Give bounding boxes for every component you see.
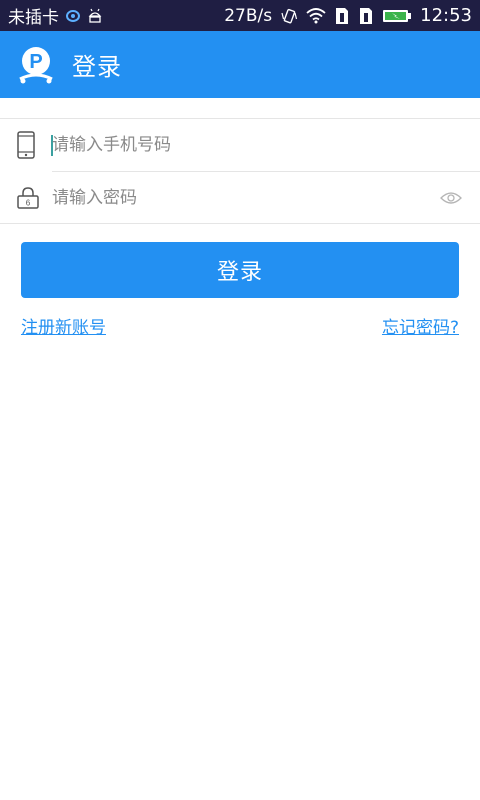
- page-title: 登录: [72, 53, 122, 81]
- android-icon: [87, 8, 103, 24]
- svg-text:6: 6: [26, 198, 31, 207]
- phone-input[interactable]: [52, 119, 430, 171]
- svg-text:P: P: [29, 51, 42, 73]
- clock: 12:53: [420, 5, 472, 26]
- app-bar: P 登录: [0, 31, 480, 98]
- sync-icon: [65, 9, 81, 23]
- vibrate-icon: [280, 7, 298, 25]
- sim-icon-1: [334, 7, 350, 25]
- sim-icon-2: [358, 7, 374, 25]
- register-link[interactable]: 注册新账号: [21, 313, 106, 338]
- eye-icon[interactable]: [440, 191, 462, 205]
- phone-icon: [16, 131, 36, 159]
- battery-icon: [382, 8, 412, 24]
- wifi-icon: [306, 7, 326, 24]
- phone-field: [0, 119, 480, 171]
- login-button[interactable]: 登录: [21, 242, 459, 298]
- parking-logo-icon: P: [14, 43, 58, 87]
- status-left: 未插卡: [8, 3, 103, 28]
- carrier-text: 未插卡: [8, 8, 59, 28]
- status-bar: 未插卡 27B/s 12:53: [0, 0, 480, 31]
- network-speed: 27B/s: [224, 5, 273, 26]
- password-field: 6: [17, 171, 480, 223]
- login-form: 6: [0, 118, 480, 224]
- forgot-password-link[interactable]: 忘记密码?: [382, 313, 459, 338]
- lock-icon: 6: [16, 186, 40, 210]
- password-input[interactable]: [52, 172, 430, 223]
- status-right: 27B/s 12:53: [224, 5, 472, 26]
